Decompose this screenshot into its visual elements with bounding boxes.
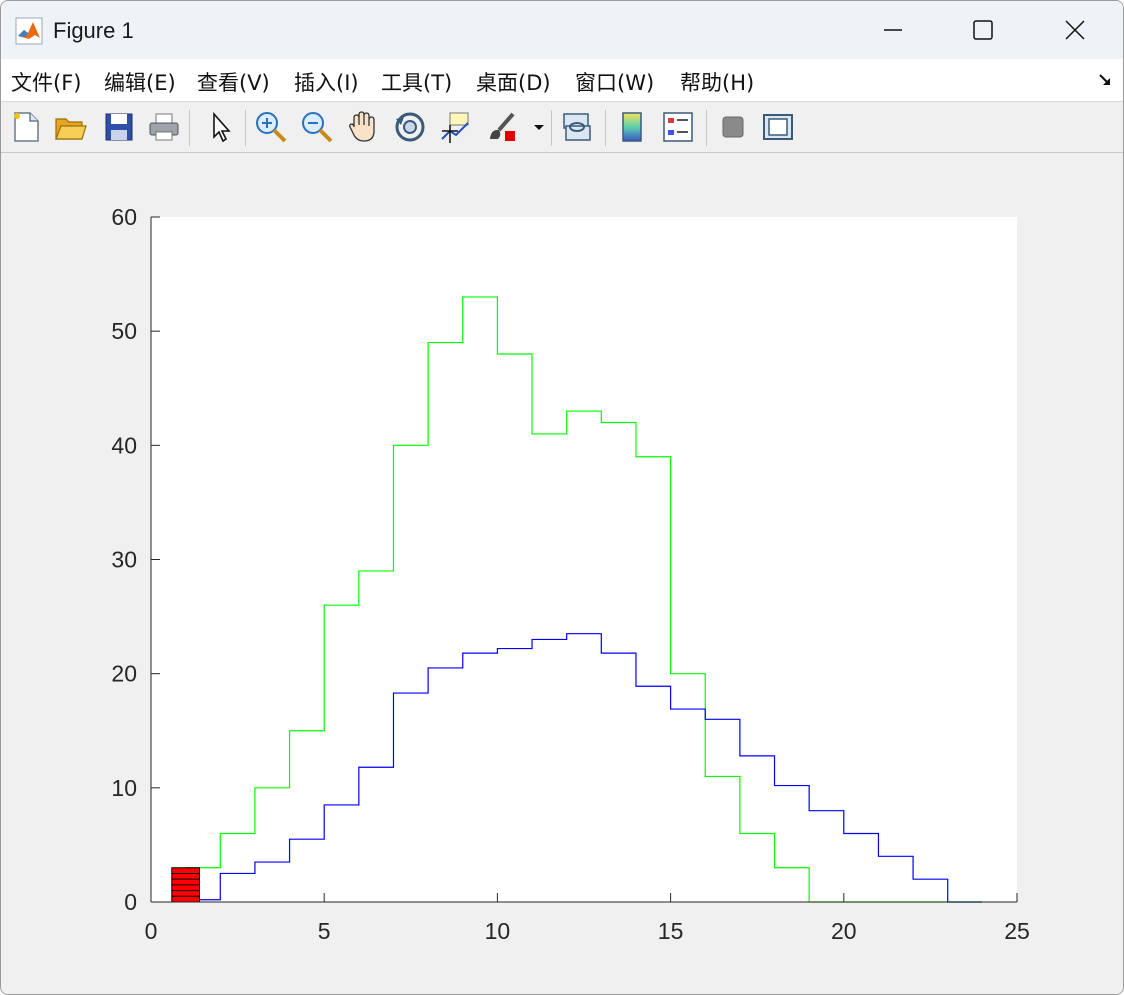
new-figure-icon (14, 112, 39, 142)
open-file-button[interactable] (52, 109, 88, 145)
save-icon (105, 113, 133, 141)
window-title: Figure 1 (53, 18, 134, 43)
menu-edit[interactable]: 编辑(E) (104, 67, 176, 97)
select-button[interactable] (203, 109, 239, 145)
figure-canvas: 0 10 20 30 40 50 60 0 5 10 15 20 25 (1, 153, 1123, 994)
print-icon (149, 113, 179, 141)
zoom-in-button[interactable] (253, 109, 289, 145)
pan-button[interactable] (345, 109, 381, 145)
data-cursor-icon (441, 112, 469, 143)
new-figure-button[interactable] (8, 109, 44, 145)
menu-window[interactable]: 窗口(W) (575, 67, 654, 97)
brush-button[interactable] (485, 109, 521, 145)
histogram-plot[interactable]: 0 10 20 30 40 50 60 0 5 10 15 20 25 (1, 153, 1123, 994)
show-plot-tools-icon (763, 114, 793, 140)
y-tick-label: 30 (111, 547, 137, 573)
matlab-logo-icon (15, 17, 43, 45)
toolbar-separator (706, 110, 707, 146)
x-tick-label: 25 (1004, 918, 1030, 944)
menu-tools[interactable]: 工具(T) (381, 67, 452, 97)
print-button[interactable] (146, 109, 182, 145)
show-plot-tools-button[interactable] (760, 109, 796, 145)
link-plot-icon (563, 113, 591, 141)
legend-button[interactable] (660, 109, 696, 145)
minimize-icon (884, 29, 902, 31)
pan-hand-icon (349, 111, 375, 142)
hide-plot-tools-button[interactable] (715, 109, 751, 145)
zoom-out-icon (302, 112, 333, 143)
menu-file[interactable]: 文件(F) (11, 67, 81, 97)
menu-help[interactable]: 帮助(H) (680, 67, 754, 97)
maximize-icon (973, 20, 993, 40)
data-cursor-button[interactable] (438, 109, 474, 145)
figure-window: Figure 1 文件(F) 编辑(E) 查看(V) 插入(I) 工具(T) 桌… (0, 0, 1124, 995)
toolbar-separator (189, 110, 190, 146)
link-plot-button[interactable] (559, 109, 595, 145)
close-button[interactable] (1029, 1, 1121, 59)
y-tick-label: 50 (111, 318, 137, 344)
toolbar (1, 102, 1123, 153)
select-arrow-icon (213, 111, 231, 143)
open-file-icon (55, 118, 87, 140)
x-tick-label: 10 (485, 918, 511, 944)
x-tick-label: 15 (658, 918, 684, 944)
toolbar-separator (605, 110, 606, 146)
y-tick-label: 0 (124, 889, 137, 915)
brush-dropdown[interactable] (531, 109, 547, 145)
y-tick-label: 60 (111, 204, 137, 230)
menu-bar: 文件(F) 编辑(E) 查看(V) 插入(I) 工具(T) 桌面(D) 窗口(W… (1, 59, 1123, 102)
legend-icon (663, 112, 693, 142)
toolbar-separator (551, 110, 552, 146)
toolbar-separator (245, 110, 246, 146)
menu-desktop[interactable]: 桌面(D) (476, 67, 551, 97)
save-button[interactable] (101, 109, 137, 145)
zoom-out-button[interactable] (299, 109, 335, 145)
y-tick-label: 20 (111, 661, 137, 687)
zoom-in-icon (256, 112, 287, 143)
y-tick-label: 10 (111, 775, 137, 801)
rotate-3d-icon (395, 112, 425, 142)
dock-arrow-icon[interactable] (1097, 72, 1113, 88)
chevron-down-icon (534, 125, 544, 130)
plot-area (151, 217, 1017, 902)
rotate-3d-button[interactable] (392, 109, 428, 145)
menu-insert[interactable]: 插入(I) (294, 67, 359, 97)
menu-view[interactable]: 查看(V) (197, 67, 270, 97)
maximize-button[interactable] (937, 1, 1029, 59)
x-tick-label: 0 (145, 918, 158, 944)
brush-icon (490, 112, 515, 141)
minimize-button[interactable] (847, 1, 939, 59)
title-bar[interactable]: Figure 1 (1, 1, 1123, 59)
y-tick-label: 40 (111, 432, 137, 458)
x-tick-label: 5 (318, 918, 331, 944)
hide-plot-tools-icon (722, 116, 744, 138)
close-icon (1065, 20, 1085, 40)
colorbar-icon (622, 112, 642, 142)
colorbar-button[interactable] (614, 109, 650, 145)
x-tick-label: 20 (831, 918, 857, 944)
